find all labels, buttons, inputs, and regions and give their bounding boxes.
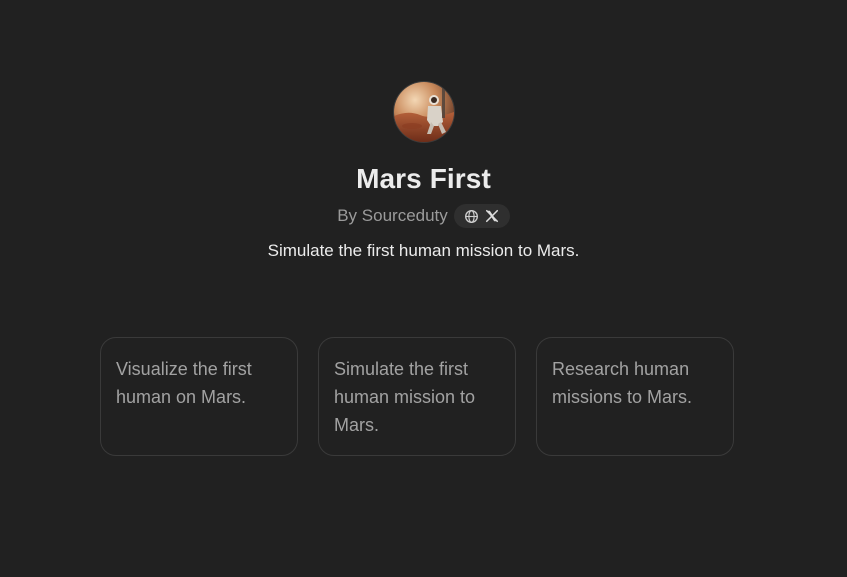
gpt-description: Simulate the first human mission to Mars… xyxy=(267,241,580,260)
starter-card[interactable]: Visualize the first human on Mars. xyxy=(100,337,298,456)
x-icon[interactable] xyxy=(485,209,500,224)
astronaut-on-mars-avatar-icon xyxy=(393,82,454,142)
byline: By Sourceduty xyxy=(337,204,510,228)
author-byline: By Sourceduty xyxy=(337,206,448,225)
gpt-avatar xyxy=(393,82,454,142)
starter-card[interactable]: Research human missions to Mars. xyxy=(536,337,734,456)
starter-card[interactable]: Simulate the first human mission to Mars… xyxy=(318,337,516,456)
gpt-start-page: Mars First By Sourceduty Simulate the fi… xyxy=(0,0,847,577)
globe-icon[interactable] xyxy=(464,209,479,224)
gpt-title: Mars First xyxy=(356,163,491,194)
conversation-starters: Visualize the first human on Mars. Simul… xyxy=(100,337,734,456)
gpt-header: Mars First By Sourceduty Simulate the fi… xyxy=(0,0,847,262)
author-links-pill xyxy=(453,204,510,228)
